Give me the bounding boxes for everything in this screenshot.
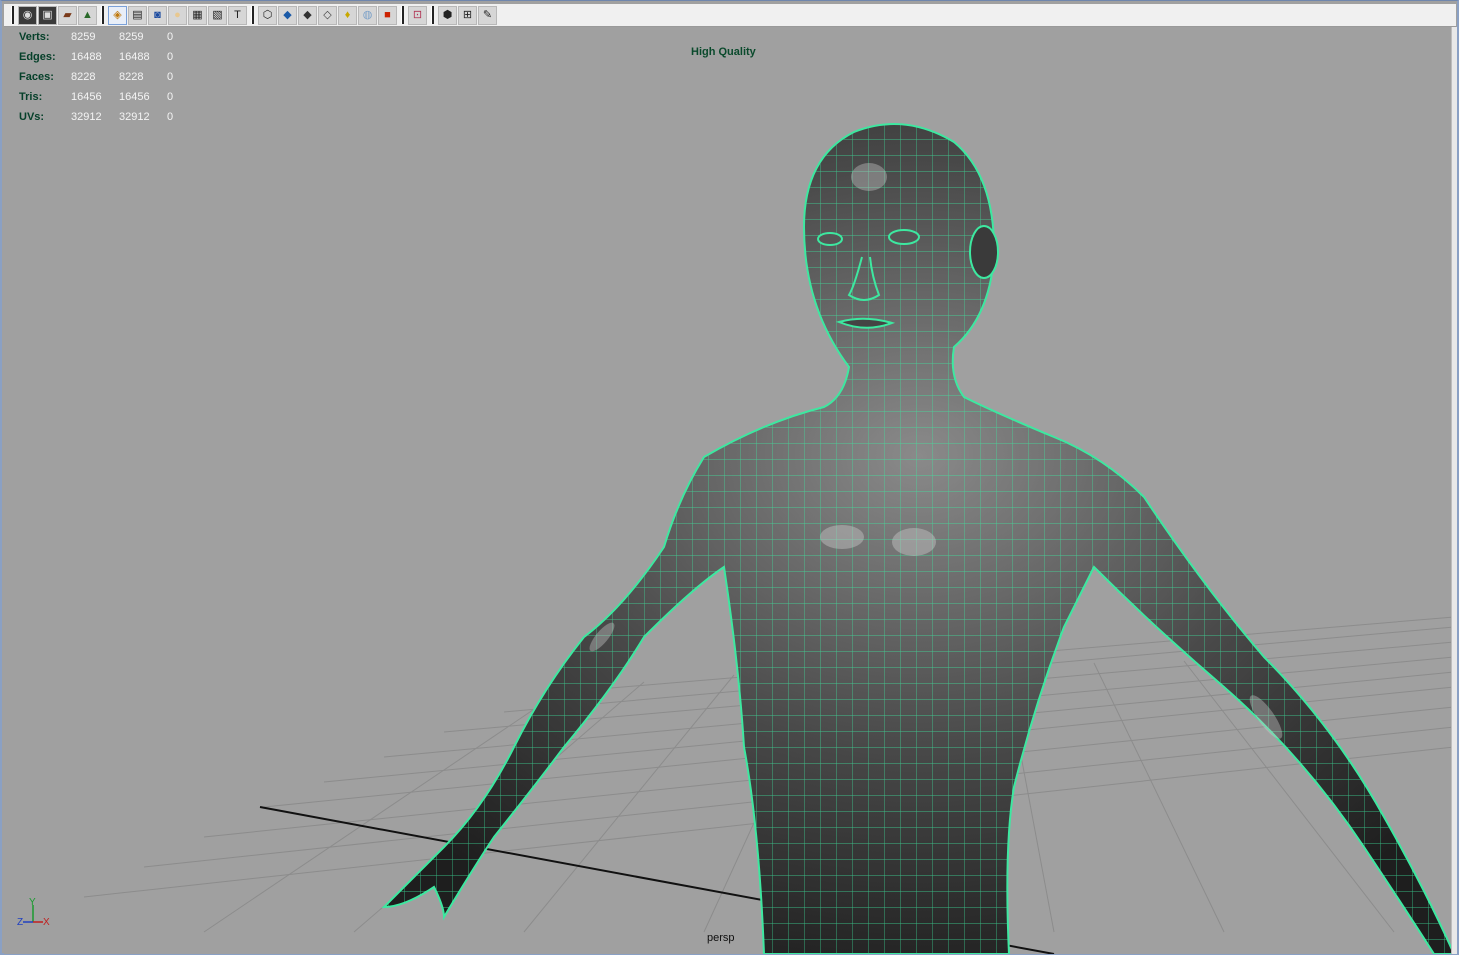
hud-value: 16456 (119, 91, 150, 103)
hud-label: Verts: (19, 31, 50, 43)
film-gate-icon[interactable]: ▤ (128, 5, 147, 25)
hud-value: 8228 (71, 71, 96, 83)
text-icon[interactable]: T (228, 5, 247, 25)
hud-value: 32912 (71, 111, 102, 123)
hud-label: UVs: (19, 111, 45, 123)
toolbar-separator (11, 6, 14, 24)
viewport-scrollbar[interactable] (1451, 27, 1457, 954)
hud-value: 32912 (119, 111, 150, 123)
grid-icon[interactable]: ◈ (108, 5, 127, 25)
isolate-select-icon[interactable]: ⊡ (408, 5, 427, 25)
toolbar-separator (401, 6, 404, 24)
ear (969, 225, 999, 279)
field-chart-icon[interactable]: ▦ (188, 5, 207, 25)
view-axis-gizmo: Y Z X (17, 897, 50, 928)
hud-value: 8228 (119, 71, 144, 83)
hud-label: Faces: (19, 71, 54, 83)
quality-label: High Quality (691, 46, 756, 58)
image-plane-icon[interactable]: ▲ (78, 5, 97, 25)
xray-icon[interactable]: ⬢ (438, 5, 457, 25)
hud-value: 0 (167, 91, 174, 103)
eye-right (888, 229, 920, 245)
hud-label: Tris: (19, 91, 43, 103)
resolution-gate-icon[interactable]: ◙ (148, 5, 167, 25)
highlight (851, 163, 887, 191)
hud-row-faces: Faces: 8228 8228 0 (19, 67, 197, 87)
hud-label: Edges: (19, 51, 56, 63)
safe-action-icon[interactable]: ● (168, 5, 187, 25)
wireframe-icon[interactable]: ⬡ (258, 5, 277, 25)
eye-left (817, 232, 843, 246)
flat-shade-icon[interactable]: ◆ (298, 5, 317, 25)
hud-row-uvs: UVs: 32912 32912 0 (19, 107, 197, 127)
character-mesh (381, 123, 1454, 954)
camera-attrs-icon[interactable]: ▣ (38, 5, 57, 25)
camera-icon[interactable]: ◉ (18, 5, 37, 25)
hud-value: 16488 (119, 51, 150, 63)
highlight (892, 528, 936, 556)
hud-value: 8259 (71, 31, 96, 43)
hud-value: 0 (167, 71, 174, 83)
light-icon[interactable]: ♦ (338, 5, 357, 25)
perspective-viewport[interactable]: Verts: 8259 8259 0 Edges: 16488 16488 0 … (4, 27, 1454, 954)
toolbar-separator (431, 6, 434, 24)
hud-value: 16488 (71, 51, 102, 63)
smooth-shade-icon[interactable]: ◆ (278, 5, 297, 25)
panel-toolbar: ◉ ▣ ▰ ▲ ◈ ▤ ◙ ● ▦ ▧ T ⬡ ◆ ◆ ◇ ♦ ◍ ■ ⊡ ⬢ … (4, 4, 1456, 27)
highlight (820, 525, 864, 549)
hud-row-edges: Edges: 16488 16488 0 (19, 47, 197, 67)
wireframe-on-shaded-icon[interactable]: ⊞ (458, 5, 477, 25)
poly-count-hud: Verts: 8259 8259 0 Edges: 16488 16488 0 … (19, 27, 197, 127)
axis-z-label: Z (17, 917, 23, 928)
hud-row-tris: Tris: 16456 16456 0 (19, 87, 197, 107)
hud-value: 16456 (71, 91, 102, 103)
axis-x-label: X (43, 917, 50, 928)
maya-window: ◉ ▣ ▰ ▲ ◈ ▤ ◙ ● ▦ ▧ T ⬡ ◆ ◆ ◇ ♦ ◍ ■ ⊡ ⬢ … (0, 0, 1459, 955)
camera-name-label: persp (707, 932, 735, 944)
bounding-box-icon[interactable]: ◇ (318, 5, 337, 25)
toolbar-separator (101, 6, 104, 24)
hud-value: 0 (167, 111, 174, 123)
shadows-icon[interactable]: ■ (378, 5, 397, 25)
hud-value: 8259 (119, 31, 144, 43)
textured-icon[interactable]: ◍ (358, 5, 377, 25)
xray-joints-icon[interactable]: ✎ (478, 5, 497, 25)
hud-value: 0 (167, 31, 174, 43)
scene-canvas[interactable] (4, 27, 1454, 954)
safe-title-icon[interactable]: ▧ (208, 5, 227, 25)
toolbar-separator (251, 6, 254, 24)
hud-row-verts: Verts: 8259 8259 0 (19, 27, 197, 47)
bookmark-icon[interactable]: ▰ (58, 5, 77, 25)
axis-y-label: Y (29, 897, 36, 908)
hud-value: 0 (167, 51, 174, 63)
